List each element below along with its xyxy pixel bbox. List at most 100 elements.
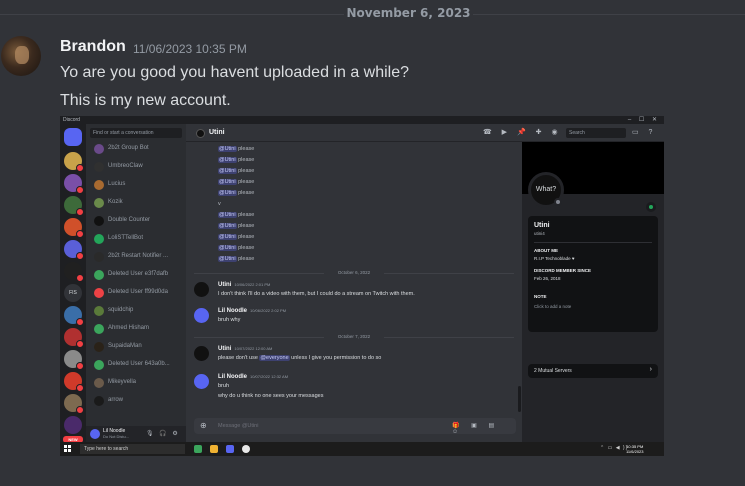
mutual-servers-label: 2 Mutual Servers: [534, 368, 572, 374]
mention-line: @Utini please: [218, 190, 255, 196]
user-controls-icons: 🎙 🎧 ⚙: [146, 431, 180, 437]
dm-item: Double Counter: [90, 214, 184, 228]
window-title: Discord: [63, 117, 80, 123]
about-me-label: ABOUT ME: [534, 248, 558, 253]
mention-line: v: [218, 201, 221, 207]
dm-item: Deleted User e3f7dafb: [90, 268, 184, 282]
dm-item: LoliSTTellBot: [90, 232, 184, 246]
dm-item: SupaidaMan: [90, 340, 184, 354]
mention-line: @Utini please: [218, 157, 255, 163]
message-input: ⊕ Message @Utini 🎁 ▣ ▤ ☺: [194, 418, 516, 435]
dm-search: Find or start a conversation: [90, 128, 182, 138]
system-tray-icons: ⌃ ▭ ◀ )): [600, 445, 629, 451]
taskbar-clock: 10:35 PM 11/6/2023: [626, 444, 644, 454]
server-icon: [64, 218, 84, 238]
chat-message-author: Utini 10/07/2022 12:00 AM: [218, 346, 273, 352]
windows-start-icon: [64, 445, 71, 452]
dm-item-name: Double Counter: [108, 217, 151, 223]
dm-item-name: LoliSTTellBot: [108, 235, 144, 241]
chat-message-text: please don't use @everyone unless I give…: [218, 355, 382, 361]
dm-item: arrow: [90, 394, 184, 408]
dm-item: 2b2t Group Bot: [90, 142, 184, 156]
server-icon: [64, 416, 82, 434]
chevron-right-icon: ›: [649, 366, 652, 373]
dm-item-name: Deleted User ff99d0da: [108, 289, 168, 295]
profile-separator: [534, 242, 652, 243]
message-text-line-1: Yo are you good you havent uploaded in a…: [60, 64, 410, 81]
plus-icon: ⊕: [200, 421, 207, 430]
chrome-icon: [242, 445, 250, 453]
chat-date-divider: October 7, 2022: [194, 334, 514, 340]
chat-message-text: bruh why: [218, 317, 241, 323]
server-icon: [64, 372, 84, 392]
message-author[interactable]: Brandon: [60, 38, 126, 56]
server-icon: [64, 152, 84, 172]
dm-item-name: SupaidaMan: [108, 343, 142, 349]
chat-message-author: Utini 10/06/2022 2:01 PM: [218, 282, 271, 288]
dm-item: Ahmed Hisham: [90, 322, 184, 336]
profile-badge-icon: [646, 202, 656, 212]
mention-line: @Utini please: [218, 256, 255, 262]
mention-line: @Utini please: [218, 146, 255, 152]
dm-item-name: UmbreoClaw: [108, 163, 143, 169]
discord-icon: [226, 445, 234, 453]
dm-item-name: Ahmed Hisham: [108, 325, 150, 331]
dm-item-name: 2b2t Group Bot: [108, 145, 149, 151]
status-icon: [554, 198, 562, 206]
inbox-help-icons: ▭ ?: [632, 129, 657, 136]
dm-item: Deleted User 643a0b...: [90, 358, 184, 372]
mention-line: @Utini please: [218, 234, 255, 240]
server-icon: [64, 350, 84, 370]
dm-item-name: 2b2t Restart Notifier ...: [108, 253, 169, 259]
dm-item-name: Mikeyvella: [108, 379, 137, 385]
profile-name: Utini: [534, 222, 550, 229]
message-text-line-2: This is my new account.: [60, 92, 231, 109]
mention-line: @Utini please: [218, 212, 255, 218]
chat-message-text: I don't think I'll do a video with them,…: [218, 291, 415, 297]
dm-item-name: Deleted User e3f7dafb: [108, 271, 169, 277]
call-icons: ☎ ▶ 📌 ✚ ◉: [483, 129, 562, 136]
dm-item: squidchip: [90, 304, 184, 318]
profile-panel: What? Utini utini4 ABOUT ME R.I.P Techno…: [522, 142, 664, 442]
chat-message-author: Lil Noodle 10/06/2022 2:02 PM: [218, 308, 287, 314]
image-attachment[interactable]: Discord – ☐ ✕ FIS NEW Find or start a co…: [60, 116, 664, 456]
dm-item: Mikeyvella: [90, 376, 184, 390]
dm-item-name: Deleted User 643a0b...: [108, 361, 170, 367]
profile-card: Utini utini4 ABOUT ME R.I.P Technoblade …: [528, 216, 658, 332]
note-placeholder: Click to add a note: [534, 304, 572, 309]
windows-taskbar: Type here to search ⌃ ▭ ◀ )) 10:35 PM 11/…: [60, 442, 664, 456]
mention-line: @Utini please: [218, 245, 255, 251]
server-icon: [64, 328, 84, 348]
avatar: [194, 308, 209, 323]
message-timestamp: 11/06/2023 10:35 PM: [133, 42, 247, 56]
server-list: FIS NEW: [60, 124, 86, 443]
dm-item-name: squidchip: [108, 307, 134, 313]
chat-message-author: Lil Noodle 10/07/2022 12:32 AM: [218, 374, 289, 380]
server-icon: [64, 262, 84, 282]
taskbar-app-icon: [194, 445, 202, 453]
dm-item-name: arrow: [108, 397, 124, 403]
mutual-servers: 2 Mutual Servers ›: [528, 364, 658, 378]
mention-line: @Utini please: [218, 179, 255, 185]
avatar: [90, 429, 100, 439]
avatar[interactable]: [1, 36, 41, 76]
server-icon: [64, 196, 84, 216]
avatar: [194, 374, 209, 389]
dm-item: Lucius: [90, 178, 184, 192]
chat-message-text: why do u think no one sees your messages: [218, 393, 324, 399]
dm-sidebar: Find or start a conversation 2b2t Group …: [86, 124, 186, 442]
input-tool-icons: 🎁 ▣ ▤ ☺: [452, 423, 500, 435]
divider-date: November 6, 2023: [346, 6, 471, 20]
dm-item-name: Kozik: [108, 199, 123, 205]
folder-icon: [210, 445, 218, 453]
dm-item: 2b2t Restart Notifier ...: [90, 250, 184, 264]
dm-item: UmbreoClaw: [90, 160, 184, 174]
server-icon: [64, 306, 84, 326]
window-titlebar: Discord – ☐ ✕: [60, 116, 664, 124]
chat-pane: Utini ☎ ▶ 📌 ✚ ◉ Search ▭ ? @Utini please…: [186, 124, 664, 442]
member-since-date: Feb 26, 2018: [534, 276, 561, 281]
date-divider: November 6, 2023: [0, 0, 745, 24]
member-since-label: DISCORD MEMBER SINCE: [534, 268, 592, 273]
chat-search: Search: [566, 128, 626, 138]
home-icon: [64, 128, 82, 146]
